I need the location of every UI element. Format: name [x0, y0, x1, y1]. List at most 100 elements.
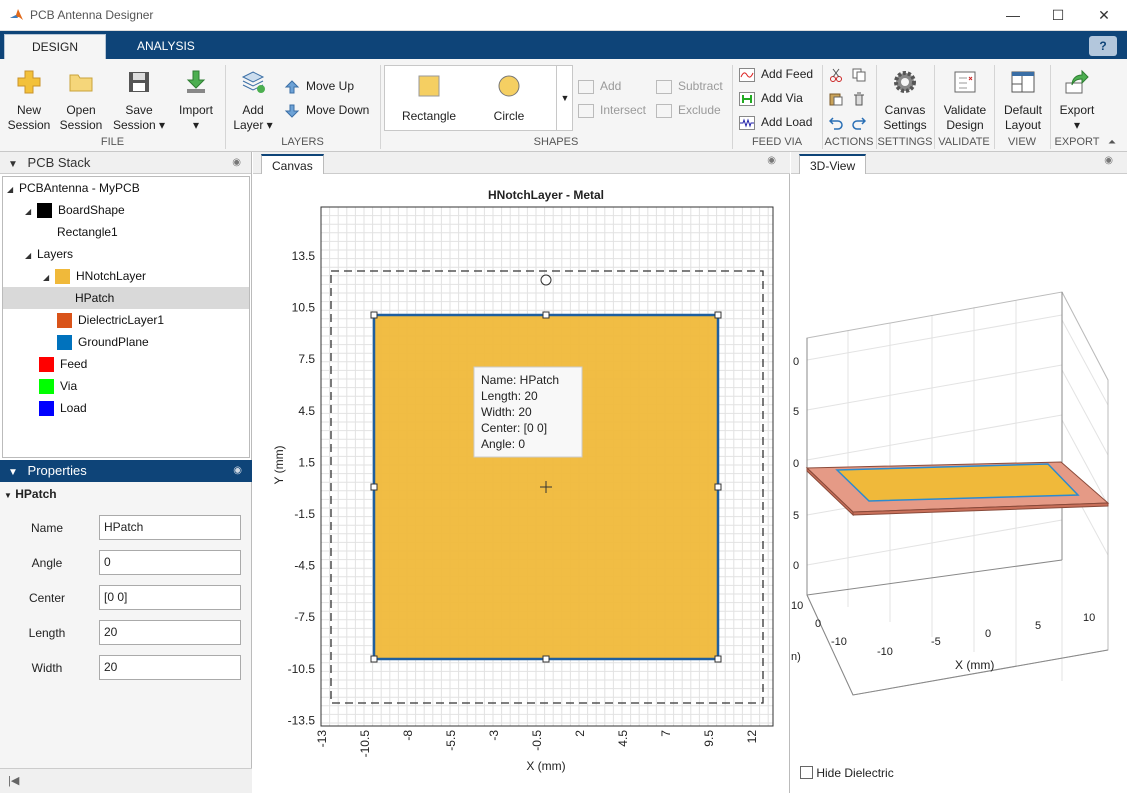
import-button[interactable]: Import ▾ — [172, 69, 220, 133]
tree-item-hnotchlayer[interactable]: ◢ HNotchLayer — [3, 265, 249, 287]
canvas-plot[interactable]: HNotchLayer - Metal 13.5 10.5 7.5 4.5 1.5 -1.… — [253, 175, 790, 793]
length-field[interactable]: 20 — [99, 620, 241, 645]
gear-icon — [894, 71, 916, 93]
center-field[interactable]: [0 0] — [99, 585, 241, 610]
circle-shape-button[interactable]: Circle — [476, 73, 542, 124]
minimize-button[interactable]: — — [990, 0, 1036, 31]
collapse-icon[interactable]: ▼ — [8, 159, 18, 170]
y-tick: -10 — [831, 636, 847, 648]
resize-handle[interactable] — [714, 655, 722, 663]
cut-icon[interactable] — [829, 68, 843, 82]
close-button[interactable]: ✕ — [1081, 0, 1127, 31]
delete-icon[interactable] — [852, 92, 866, 106]
resize-handle[interactable] — [370, 483, 378, 491]
new-session-label-2: Session — [7, 118, 51, 132]
resize-handle[interactable] — [714, 483, 722, 491]
window-title: PCB Antenna Designer — [30, 8, 154, 22]
tab-design[interactable]: DESIGN — [4, 34, 107, 59]
panel-menu-icon[interactable]: ◉ — [1104, 155, 1113, 166]
tree-item-layers[interactable]: ◢ Layers — [3, 243, 249, 265]
exclude-button[interactable]: Exclude — [656, 103, 721, 118]
undo-icon[interactable] — [829, 116, 843, 130]
tree-item-load[interactable]: Load — [3, 397, 249, 419]
subtract-button[interactable]: Subtract — [656, 79, 723, 94]
plot-title: HNotchLayer - Metal — [488, 188, 604, 202]
move-down-button[interactable]: Move Down — [284, 103, 369, 118]
add-via-button[interactable]: Add Via — [739, 91, 803, 106]
tree-item-pcbantenna[interactable]: ◢ PCBAntenna - MyPCB — [3, 177, 249, 199]
import-label-1: Import — [178, 103, 213, 117]
tree-item-rectangle1[interactable]: Rectangle1 — [3, 221, 249, 243]
angle-field[interactable]: 0 — [99, 550, 241, 575]
hide-dielectric-checkbox[interactable]: Hide Dielectric — [800, 765, 894, 780]
x-tick: -10.5 — [358, 730, 372, 758]
x-axis-label: X (mm) — [526, 759, 565, 773]
tab-analysis[interactable]: ANALYSIS — [110, 34, 222, 59]
checkbox-box[interactable] — [800, 766, 813, 780]
panel-menu-icon[interactable]: ◉ — [767, 155, 776, 166]
maximize-button[interactable]: ☐ — [1035, 0, 1081, 31]
resize-handle[interactable] — [542, 655, 550, 663]
panel-menu-icon[interactable]: ◉ — [233, 460, 242, 482]
intersect-button[interactable]: Intersect — [578, 103, 646, 118]
import-arrow-icon — [186, 70, 206, 93]
resize-handle[interactable] — [370, 311, 378, 319]
exclude-icon — [656, 103, 672, 118]
properties-header: ▼ Properties ◉ — [0, 460, 252, 482]
tooltip-line: Name: HPatch — [481, 373, 559, 387]
shapes-section-label: SHAPES — [533, 136, 579, 148]
resize-handle[interactable] — [370, 655, 378, 663]
paste-icon[interactable] — [829, 92, 843, 106]
tab-canvas[interactable]: Canvas — [261, 154, 324, 174]
default-layout-label-1: Default — [1003, 103, 1043, 117]
add-layer-button[interactable]: Add Layer ▾ — [230, 69, 276, 133]
layout-grid-icon — [1011, 71, 1035, 93]
tab-3d-view[interactable]: 3D-View — [799, 154, 867, 174]
validate-design-button[interactable]: Validate Design — [938, 69, 992, 133]
new-session-button[interactable]: New Session — [6, 69, 52, 133]
circle-icon — [498, 75, 520, 97]
expanded-arrow-icon: ▼ — [4, 491, 12, 500]
add-via-label: Add Via — [761, 91, 803, 105]
collapse-icon[interactable]: ▼ — [8, 467, 18, 478]
rectangle-shape-button[interactable]: Rectangle — [396, 73, 462, 124]
tree-item-boardshape[interactable]: ◢ BoardShape — [3, 199, 249, 221]
export-button[interactable]: Export ▾ — [1054, 69, 1100, 133]
x-tick: -13 — [315, 730, 329, 748]
import-label-2: ▾ — [192, 118, 200, 132]
x-tick: -3 — [487, 730, 501, 741]
default-layout-button[interactable]: Default Layout — [998, 69, 1048, 133]
panel-menu-icon[interactable]: ◉ — [232, 152, 241, 174]
name-field[interactable]: HPatch — [99, 515, 241, 540]
open-session-button[interactable]: Open Session — [58, 69, 104, 133]
canvas-settings-label-1: Canvas — [884, 103, 926, 117]
canvas-settings-button[interactable]: Canvas Settings — [880, 69, 930, 133]
save-session-button[interactable]: Save Session ▾ — [110, 69, 168, 133]
help-button[interactable]: ? — [1089, 36, 1117, 56]
tree-item-via[interactable]: Via — [3, 375, 249, 397]
width-field[interactable]: 20 — [99, 655, 241, 680]
tree-item-label: HNotchLayer — [76, 269, 147, 283]
tree-item-hpatch[interactable]: HPatch — [3, 287, 249, 309]
add-boolean-button[interactable]: Add — [578, 79, 621, 94]
collapse-ribbon-icon[interactable]: ⏶ — [1108, 137, 1116, 148]
expanded-arrow-icon: ◢ — [43, 273, 50, 282]
export-section-label: EXPORT — [1054, 136, 1100, 148]
expanded-arrow-icon: ◢ — [25, 251, 32, 260]
validate-section-label: VALIDATE — [938, 136, 990, 148]
y-tick: 0 — [815, 618, 821, 630]
move-up-button[interactable]: Move Up — [284, 79, 354, 94]
tree-item-feed[interactable]: Feed — [3, 353, 249, 375]
tree-item-dielectriclayer1[interactable]: DielectricLayer1 — [3, 309, 249, 331]
redo-icon[interactable] — [852, 116, 866, 130]
view3d-plot[interactable]: 0 5 0 5 0 10 0 -10 -10 -5 0 5 10 n) X (m… — [791, 175, 1127, 765]
tree-item-groundplane[interactable]: GroundPlane — [3, 331, 249, 353]
add-load-button[interactable]: Add Load — [739, 115, 812, 130]
resize-handle[interactable] — [542, 311, 550, 319]
copy-icon[interactable] — [852, 68, 866, 82]
gallery-expand-button[interactable]: ▼ — [556, 65, 573, 131]
resize-handle[interactable] — [714, 311, 722, 319]
rotate-handle-icon[interactable] — [540, 274, 552, 286]
center-label: Center — [28, 591, 66, 605]
add-feed-button[interactable]: Add Feed — [739, 67, 813, 82]
